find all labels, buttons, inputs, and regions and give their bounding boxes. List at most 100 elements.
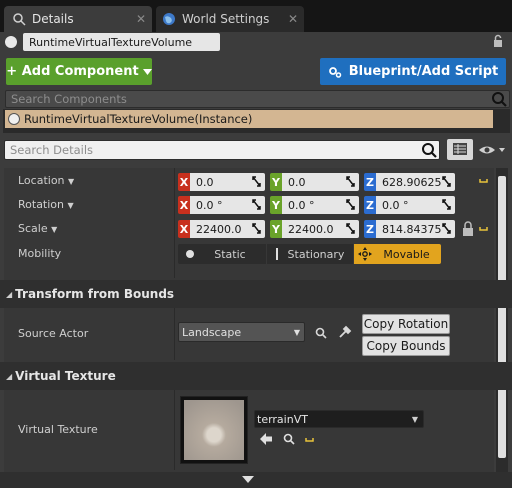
location-x-value: 0.0 — [196, 175, 214, 189]
section-transform-from-bounds[interactable]: ◢ Transform from Bounds — [0, 280, 512, 308]
tab-details[interactable]: Details ✕ — [4, 6, 152, 32]
location-x-input[interactable]: 0.0 — [190, 173, 265, 191]
resize-icon — [346, 176, 355, 187]
virtual-texture-thumbnail[interactable] — [180, 396, 248, 464]
rotation-y-input[interactable]: 0.0 ° — [282, 196, 359, 214]
axis-x-badge: X — [178, 220, 190, 238]
chevron-down-icon: ▼ — [293, 327, 300, 337]
add-component-button[interactable]: + Add Component — [6, 58, 152, 85]
search-icon[interactable] — [491, 91, 507, 107]
rotation-x-value: 0.0 ° — [196, 198, 223, 212]
eyedropper-icon[interactable] — [338, 325, 352, 339]
copy-rotation-button[interactable]: Copy Rotation — [362, 314, 450, 334]
source-actor-value: Landscape — [182, 325, 242, 339]
globe-icon — [163, 13, 175, 25]
mobility-stationary-button[interactable]: Stationary — [267, 244, 353, 264]
axis-y-badge: Y — [270, 173, 282, 191]
location-z-input[interactable]: 628.90625 — [376, 173, 455, 191]
scroll-more-indicator[interactable] — [0, 472, 512, 488]
axis-z-badge: Z — [364, 173, 376, 191]
component-instance-label: RuntimeVirtualTextureVolume(Instance) — [24, 112, 253, 126]
mobility-static-button[interactable]: Static — [178, 244, 266, 264]
scale-y-value: 22400.0 — [288, 222, 334, 236]
lock-icon[interactable] — [491, 34, 505, 48]
mobility-movable-label: Movable — [383, 247, 430, 261]
resize-icon — [252, 176, 261, 187]
tab-details-label: Details — [32, 12, 74, 26]
tab-world-settings[interactable]: World Settings ✕ — [156, 6, 304, 32]
chevron-down-icon: ▼ — [51, 225, 58, 234]
details-icon — [13, 13, 26, 26]
location-label[interactable]: Location ▼ — [18, 174, 74, 187]
search-details-input[interactable]: Search Details — [4, 140, 440, 160]
close-icon[interactable]: ✕ — [136, 12, 146, 26]
resize-icon — [346, 199, 355, 210]
eye-icon[interactable] — [478, 143, 506, 157]
mobility-static-label: Static — [214, 247, 246, 261]
reset-to-default-icon[interactable] — [305, 436, 314, 445]
mobility-label: Mobility — [18, 247, 62, 260]
tab-bar: Details ✕ World Settings ✕ — [0, 0, 512, 32]
chevron-down-icon: ▼ — [68, 177, 75, 186]
scale-label[interactable]: Scale ▼ — [18, 222, 57, 235]
stationary-icon — [275, 248, 280, 260]
actor-name-field[interactable]: RuntimeVirtualTextureVolume — [23, 33, 220, 51]
rotation-label[interactable]: Rotation ▼ — [18, 198, 74, 211]
scale-x-value: 22400.0 — [196, 222, 242, 236]
virtual-texture-label: Virtual Texture — [18, 423, 98, 436]
scale-y-input[interactable]: 22400.0 — [282, 220, 359, 238]
chevron-down-icon — [242, 476, 254, 483]
scale-x-input[interactable]: 22400.0 — [190, 220, 265, 238]
resize-icon — [442, 199, 451, 210]
scale-z-input[interactable]: 814.84375 — [376, 220, 455, 238]
section-title: Transform from Bounds — [15, 287, 175, 301]
search-components-input[interactable]: Search Components — [5, 90, 510, 108]
virtual-texture-asset-value: terrainVT — [257, 412, 308, 426]
axis-x-badge: X — [178, 196, 190, 214]
chevron-down-icon: ◢ — [6, 289, 13, 299]
resize-icon — [442, 176, 451, 187]
rotation-z-value: 0.0 ° — [382, 198, 409, 212]
move-icon — [358, 247, 372, 261]
rotation-z-input[interactable]: 0.0 ° — [376, 196, 455, 214]
source-actor-dropdown[interactable]: Landscape ▼ — [178, 322, 305, 342]
axis-x-badge: X — [178, 173, 190, 191]
mobility-stationary-label: Stationary — [287, 247, 345, 261]
add-component-label: + Add Component — [6, 64, 139, 79]
blueprint-add-script-button[interactable]: Blueprint/Add Script — [320, 58, 506, 85]
property-matrix-button[interactable] — [447, 139, 473, 160]
section-virtual-texture[interactable]: ◢ Virtual Texture — [0, 362, 512, 390]
search-details-placeholder: Search Details — [10, 143, 94, 157]
rotation-x-input[interactable]: 0.0 ° — [190, 196, 265, 214]
axis-y-badge: Y — [270, 196, 282, 214]
tab-world-settings-label: World Settings — [182, 12, 270, 26]
source-actor-label: Source Actor — [18, 327, 89, 340]
reset-to-default-icon[interactable] — [479, 225, 488, 234]
static-icon — [186, 250, 194, 258]
scale-z-value: 814.84375 — [382, 222, 442, 236]
search-icon[interactable] — [421, 142, 437, 158]
close-icon[interactable]: ✕ — [288, 12, 298, 26]
resize-icon — [252, 223, 261, 234]
column-divider — [174, 308, 175, 360]
search-components-placeholder: Search Components — [11, 92, 127, 106]
scrollbar-thumb[interactable] — [498, 176, 506, 458]
search-icon[interactable] — [315, 327, 327, 339]
chevron-down-icon: ◢ — [6, 371, 13, 381]
component-item-selected[interactable]: RuntimeVirtualTextureVolume(Instance) — [5, 110, 493, 128]
lock-icon[interactable] — [462, 221, 474, 237]
reset-to-default-icon[interactable] — [479, 177, 488, 186]
copy-bounds-button[interactable]: Copy Bounds — [362, 336, 450, 356]
rotation-y-value: 0.0 ° — [288, 198, 315, 212]
section-title: Virtual Texture — [15, 369, 116, 383]
virtual-texture-asset-dropdown[interactable]: terrainVT ▼ — [254, 410, 424, 428]
search-icon[interactable] — [283, 433, 295, 445]
mobility-movable-button[interactable]: Movable — [354, 244, 441, 264]
location-z-value: 628.90625 — [382, 175, 442, 189]
column-divider — [174, 168, 175, 278]
arrow-left-icon[interactable] — [260, 433, 272, 445]
location-y-input[interactable]: 0.0 — [282, 173, 359, 191]
component-icon — [8, 113, 20, 125]
chevron-down-icon — [142, 68, 152, 75]
resize-icon — [442, 223, 451, 234]
